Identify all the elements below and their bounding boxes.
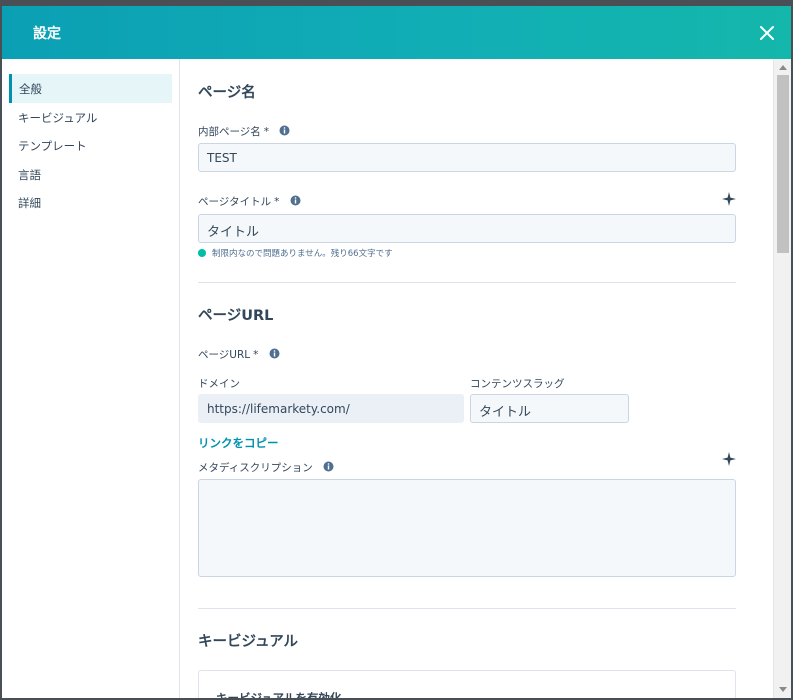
key-visual-card: キービジュアルを有効化 <box>198 670 736 698</box>
content-slug-label: コンテンツスラッグ <box>470 378 565 390</box>
scroll-up-arrow-icon[interactable] <box>779 65 787 70</box>
page-title-label-text: ページタイトル <box>198 196 272 208</box>
sidebar-item-language[interactable]: 言語 <box>9 160 172 189</box>
dialog-title: 設定 <box>33 26 61 42</box>
sparkle-icon[interactable] <box>722 452 736 466</box>
sidebar-item-general[interactable]: 全般 <box>9 74 172 103</box>
content-slug-input[interactable]: タイトル <box>470 394 629 423</box>
sparkle-icon[interactable] <box>722 192 736 206</box>
meta-description-textarea[interactable] <box>198 479 736 577</box>
meta-description-label-text: メタディスクリプション <box>198 462 313 474</box>
domain-select[interactable]: https://lifemarkety.com/ <box>198 394 464 423</box>
info-icon[interactable] <box>269 348 280 359</box>
sidebar-item-template[interactable]: テンプレート <box>9 131 172 160</box>
vertical-scrollbar[interactable] <box>773 59 791 698</box>
required-mark: * <box>274 196 280 208</box>
meta-description-label: メタディスクリプション <box>198 460 334 475</box>
sidebar-item-advanced[interactable]: 詳細 <box>9 188 172 217</box>
internal-page-name-input[interactable]: TEST <box>198 143 736 172</box>
page-title-label: ページタイトル * <box>198 194 301 209</box>
info-icon[interactable] <box>290 195 301 206</box>
settings-dialog: 設定 全般 キービジュアル テンプレート 言語 詳細 ページ名 内部ページ名 * … <box>2 6 791 698</box>
scroll-down-arrow-icon[interactable] <box>779 687 787 692</box>
enable-key-visual-label: キービジュアルを有効化 <box>216 691 342 698</box>
sidebar-item-key-visual[interactable]: キービジュアル <box>9 103 172 132</box>
scrollbar-thumb[interactable] <box>777 75 789 253</box>
close-icon <box>760 26 774 40</box>
page-title-input[interactable]: タイトル <box>198 214 736 243</box>
info-icon[interactable] <box>279 125 290 136</box>
success-dot-icon <box>198 249 206 257</box>
section-divider <box>198 608 736 609</box>
settings-sidebar: 全般 キービジュアル テンプレート 言語 詳細 <box>2 59 180 698</box>
page-url-section-title: ページURL <box>198 308 274 324</box>
dialog-header: 設定 <box>2 6 791 59</box>
page-url-label-text: ページURL <box>198 349 251 361</box>
domain-label: ドメイン <box>198 378 240 390</box>
required-mark: * <box>263 126 270 138</box>
page-title-hint: 制限内なので問題ありません。残り66文字です <box>198 247 393 259</box>
page-name-section-title: ページ名 <box>198 85 256 101</box>
internal-page-name-label-text: 内部ページ名 <box>198 126 261 138</box>
copy-link-button[interactable]: リンクをコピー <box>198 435 279 451</box>
internal-page-name-label: 内部ページ名 * <box>198 124 290 139</box>
settings-content: ページ名 内部ページ名 * TEST ページタイトル * タイトル 制限内なので問題… <box>181 59 773 698</box>
page-title-hint-text: 制限内なので問題ありません。残り66文字です <box>212 249 393 259</box>
info-icon[interactable] <box>323 461 334 472</box>
page-url-label: ページURL * <box>198 347 280 362</box>
key-visual-section-title: キービジュアル <box>198 634 299 650</box>
section-divider <box>198 282 736 283</box>
close-button[interactable] <box>754 20 780 46</box>
required-mark: * <box>253 349 259 361</box>
